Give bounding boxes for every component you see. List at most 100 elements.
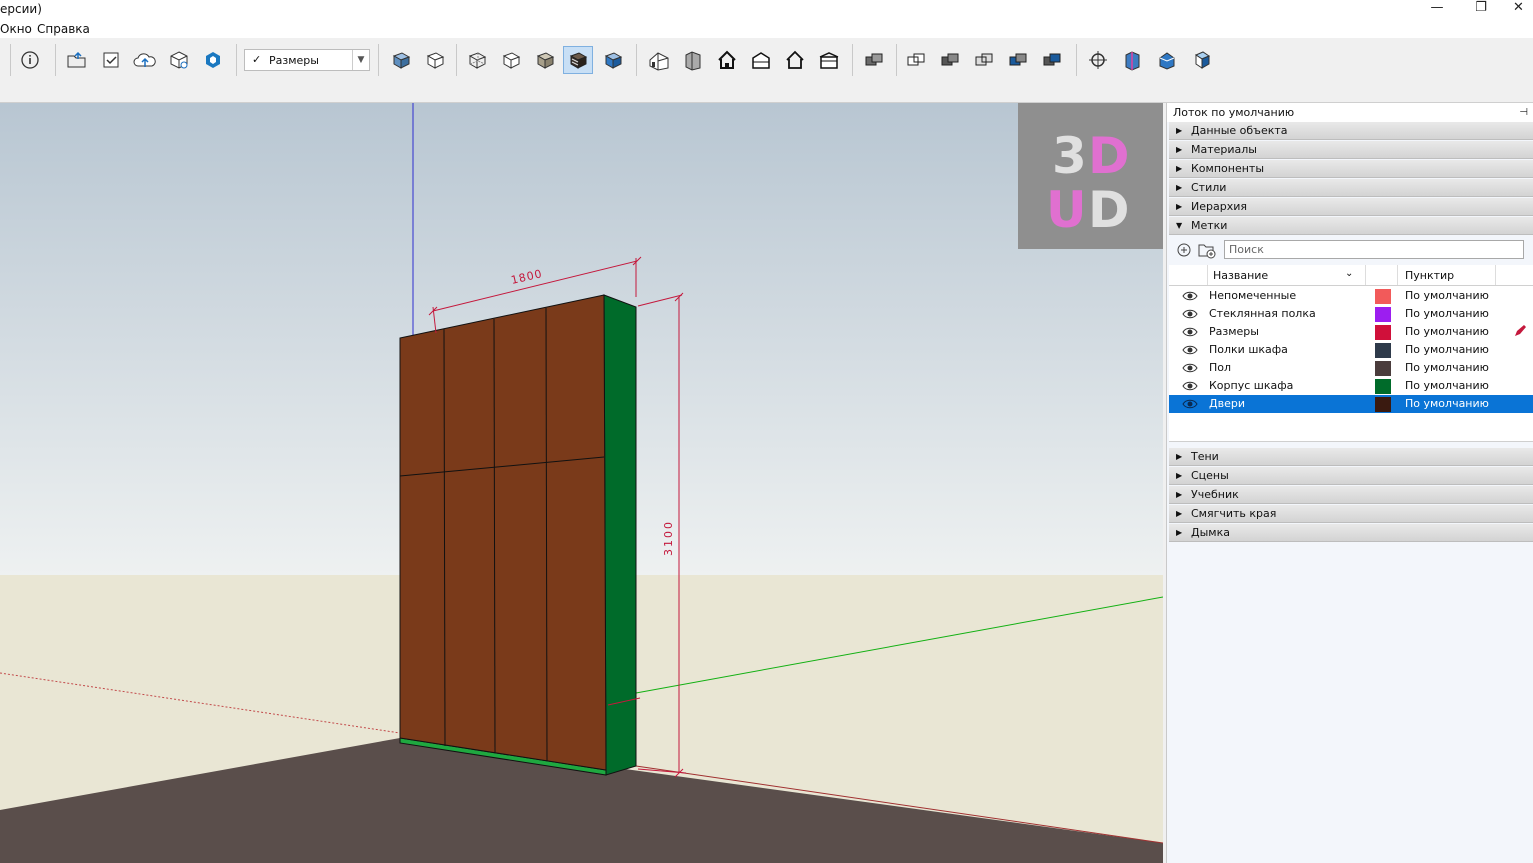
pencil-icon — [1515, 325, 1526, 336]
list-item[interactable]: Пол По умолчанию — [1169, 359, 1533, 377]
back-view-icon[interactable] — [530, 46, 560, 74]
top-view-icon[interactable] — [420, 46, 450, 74]
position-camera-icon[interactable] — [1083, 46, 1113, 74]
close-button[interactable]: ✕ — [1504, 0, 1533, 20]
section-plane-icon[interactable] — [1187, 46, 1217, 74]
color-swatch[interactable] — [1375, 343, 1391, 358]
logo-u: U — [1046, 181, 1087, 239]
collapse-icon: ▼ — [1176, 221, 1183, 230]
tags-search-input[interactable]: Поиск — [1224, 240, 1524, 259]
menu-help[interactable]: Справка — [37, 22, 90, 36]
right-view-icon[interactable] — [496, 46, 526, 74]
section-scenes[interactable]: ▶ Сцены — [1169, 467, 1533, 485]
eye-icon[interactable] — [1182, 361, 1198, 375]
color-swatch[interactable] — [1375, 289, 1391, 304]
column-name[interactable]: Название — [1213, 269, 1268, 282]
eye-icon[interactable] — [1182, 343, 1198, 357]
section-components[interactable]: ▶ Компоненты — [1169, 160, 1533, 178]
iso-view-icon[interactable] — [386, 46, 416, 74]
check-icon: ✓ — [252, 53, 262, 66]
house-front-icon[interactable] — [678, 46, 708, 74]
list-item-selected[interactable]: Двери По умолчанию — [1169, 395, 1533, 413]
tray-title: Лоток по умолчанию ⊣ — [1167, 103, 1533, 122]
eye-icon[interactable] — [1182, 325, 1198, 339]
pin-icon[interactable]: ⊣ — [1519, 103, 1528, 122]
expand-icon: ▶ — [1176, 471, 1183, 480]
column-dash[interactable]: Пунктир — [1405, 269, 1454, 282]
cloud-upload-icon[interactable] — [130, 46, 160, 74]
walk-icon[interactable] — [1117, 46, 1147, 74]
expand-icon: ▶ — [1176, 164, 1183, 173]
shaded-icon[interactable] — [598, 46, 628, 74]
expand-icon: ▶ — [1176, 528, 1183, 537]
add-tag-folder-icon[interactable] — [1197, 241, 1217, 259]
menu-bar: Окно Справка — [0, 20, 1533, 38]
subtract-icon[interactable] — [1004, 46, 1034, 74]
chevron-down-icon[interactable]: ▼ — [352, 50, 369, 70]
minimize-button[interactable]: — — [1414, 0, 1460, 20]
color-swatch[interactable] — [1375, 361, 1391, 376]
tags-list: Непомеченные По умолчанию Стеклянная пол… — [1169, 286, 1533, 441]
section-styles[interactable]: ▶ Стили — [1169, 179, 1533, 197]
scene-canvas[interactable]: 1800 3100 3 D U D — [0, 103, 1163, 863]
info-icon[interactable] — [15, 46, 45, 74]
menu-window[interactable]: Окно — [0, 22, 32, 36]
checkbox-icon[interactable] — [96, 46, 126, 74]
expand-icon: ▶ — [1176, 490, 1183, 499]
model-viewport[interactable]: 1800 3100 3 D U D — [0, 103, 1163, 863]
color-swatch[interactable] — [1375, 379, 1391, 394]
section-tags[interactable]: ▼ Метки — [1169, 217, 1533, 235]
active-layer-value: Размеры — [269, 54, 319, 67]
eye-icon[interactable] — [1182, 289, 1198, 303]
section-materials[interactable]: ▶ Материалы — [1169, 141, 1533, 159]
look-around-icon[interactable] — [1152, 46, 1182, 74]
section-fog[interactable]: ▶ Дымка — [1169, 524, 1533, 542]
3d-warehouse-icon[interactable] — [164, 46, 194, 74]
color-swatch[interactable] — [1375, 397, 1391, 412]
list-item[interactable]: Размеры По умолчанию — [1169, 323, 1533, 341]
tags-toolbar: Поиск — [1169, 235, 1533, 265]
house-left-icon[interactable] — [814, 46, 844, 74]
solid-tools-icon[interactable] — [860, 46, 890, 74]
section-soften-edges[interactable]: ▶ Смягчить края — [1169, 505, 1533, 523]
outer-shell-icon[interactable] — [902, 46, 932, 74]
eye-icon[interactable] — [1182, 397, 1198, 411]
chevron-down-icon[interactable]: ⌄ — [1345, 268, 1353, 279]
trim-icon[interactable] — [1038, 46, 1068, 74]
list-item[interactable]: Полки шкафа По умолчанию — [1169, 341, 1533, 359]
house-right-icon[interactable] — [746, 46, 776, 74]
shaded-texture-icon[interactable] — [563, 46, 593, 74]
window-title: ерсии) — [0, 2, 42, 16]
expand-icon: ▶ — [1176, 145, 1183, 154]
maximize-button[interactable]: ❐ — [1458, 0, 1504, 20]
extension-icon[interactable] — [198, 46, 228, 74]
toolbar-strip — [0, 82, 1533, 103]
expand-icon: ▶ — [1176, 126, 1183, 135]
eye-icon[interactable] — [1182, 379, 1198, 393]
expand-icon: ▶ — [1176, 202, 1183, 211]
section-outliner[interactable]: ▶ Иерархия — [1169, 198, 1533, 216]
color-swatch[interactable] — [1375, 325, 1391, 340]
list-item[interactable]: Корпус шкафа По умолчанию — [1169, 377, 1533, 395]
wardrobe-doors — [399, 294, 607, 771]
eye-icon[interactable] — [1182, 307, 1198, 321]
add-tag-icon[interactable] — [1176, 242, 1192, 258]
house-iso-icon[interactable] — [644, 46, 674, 74]
expand-icon: ▶ — [1176, 452, 1183, 461]
house-back-icon[interactable] — [780, 46, 810, 74]
expand-icon: ▶ — [1176, 183, 1183, 192]
section-instructor[interactable]: ▶ Учебник — [1169, 486, 1533, 504]
logo-d1: D — [1088, 127, 1130, 185]
section-entity-info[interactable]: ▶ Данные объекта — [1169, 122, 1533, 140]
color-swatch[interactable] — [1375, 307, 1391, 322]
house-top-icon[interactable] — [712, 46, 742, 74]
open-folder-icon[interactable] — [62, 46, 92, 74]
active-layer-dropdown[interactable]: ✓ Размеры ▼ — [244, 49, 370, 71]
list-item[interactable]: Непомеченные По умолчанию — [1169, 287, 1533, 305]
section-shadows[interactable]: ▶ Тени — [1169, 448, 1533, 466]
logo-d2: D — [1088, 181, 1130, 239]
list-item[interactable]: Стеклянная полка По умолчанию — [1169, 305, 1533, 323]
intersect-icon[interactable] — [936, 46, 966, 74]
union-icon[interactable] — [970, 46, 1000, 74]
front-view-icon[interactable] — [462, 46, 492, 74]
